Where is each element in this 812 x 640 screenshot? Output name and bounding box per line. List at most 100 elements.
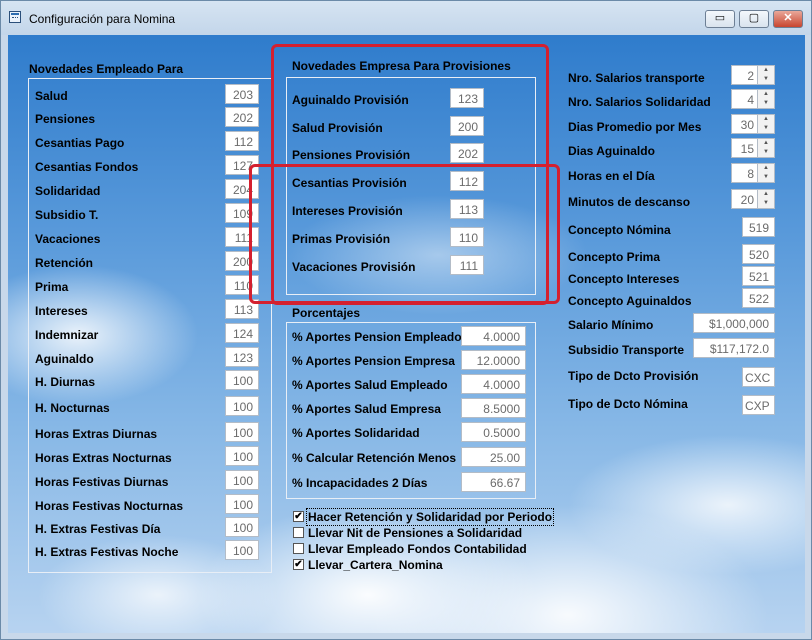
config-window: Configuración para Nomina ▭ ▢ ✕ Novedade… [0, 0, 812, 640]
tipo-field[interactable]: CXC [742, 367, 775, 387]
concepto-field[interactable]: 522 [742, 288, 775, 308]
concepto-label: Concepto Nómina [568, 223, 671, 237]
minimize-button[interactable]: ▭ [705, 10, 735, 28]
checkbox-label: Llevar_Cartera_Nomina [308, 558, 443, 572]
spin-up-icon[interactable]: ▲ [758, 115, 774, 124]
empleado-label: Horas Extras Nocturnas [35, 451, 172, 465]
porcentaje-label: % Incapacidades 2 Días [292, 476, 428, 490]
porcentaje-field[interactable]: 25.00 [461, 447, 526, 467]
empleado-field[interactable]: 123 [225, 347, 259, 367]
tipo-label: Tipo de Dcto Provisión [568, 369, 699, 383]
title-bar[interactable]: Configuración para Nomina ▭ ▢ ✕ [1, 1, 811, 35]
concepto-field[interactable]: 521 [742, 266, 775, 286]
tipo-field[interactable]: CXP [742, 395, 775, 415]
checkbox-box[interactable]: ✔ [293, 511, 304, 522]
spinner-field[interactable]: 2 ▲ ▼ [731, 65, 775, 85]
spin-up-icon[interactable]: ▲ [758, 139, 774, 148]
empleado-field[interactable]: 202 [225, 107, 259, 127]
empleado-field[interactable]: 100 [225, 517, 259, 537]
concepto-field[interactable]: 519 [742, 217, 775, 237]
spinner-buttons[interactable]: ▲ ▼ [757, 164, 774, 182]
spinner-buttons[interactable]: ▲ ▼ [757, 115, 774, 133]
empleado-field[interactable]: 100 [225, 422, 259, 442]
spinner-value: 4 [747, 93, 754, 107]
maximize-icon: ▢ [748, 12, 760, 24]
spinner-field[interactable]: 20 ▲ ▼ [731, 189, 775, 209]
spin-down-icon[interactable]: ▼ [758, 99, 774, 108]
empleado-label: Prima [35, 280, 69, 294]
empleado-field[interactable]: 203 [225, 84, 259, 104]
spin-up-icon[interactable]: ▲ [758, 90, 774, 99]
checkbox-box[interactable] [293, 543, 304, 554]
porcentaje-label: % Calcular Retención Menos [292, 451, 457, 465]
maximize-button[interactable]: ▢ [739, 10, 769, 28]
checkbox-box[interactable]: ✔ [293, 559, 304, 570]
empleado-label: H. Nocturnas [35, 401, 110, 415]
empleado-field[interactable]: 124 [225, 323, 259, 343]
spinner-value: 30 [740, 118, 754, 132]
spinner-value: 15 [740, 142, 754, 156]
concepto-label: Concepto Prima [568, 250, 661, 264]
spinner-buttons[interactable]: ▲ ▼ [757, 139, 774, 157]
checkbox-label: Hacer Retención y Solidaridad por Period… [305, 508, 555, 526]
spinner-label: Dias Aguinaldo [568, 144, 655, 158]
porcentajes-group-title: Porcentajes [292, 306, 361, 320]
empleado-label: Indemnizar [35, 328, 99, 342]
spinner-label: Horas en el Día [568, 169, 655, 183]
spin-down-icon[interactable]: ▼ [758, 199, 774, 208]
spinner-label: Minutos de descanso [568, 195, 691, 209]
monto-label: Salario Mínimo [568, 318, 654, 332]
empleado-label: H. Extras Festivas Noche [35, 545, 179, 559]
porcentaje-field[interactable]: 8.5000 [461, 398, 526, 418]
spinner-label: Nro. Salarios Solidaridad [568, 95, 711, 109]
empleado-field[interactable]: 100 [225, 470, 259, 490]
porcentaje-label: % Aportes Solidaridad [292, 426, 420, 440]
spinner-field[interactable]: 30 ▲ ▼ [731, 114, 775, 134]
empleado-field[interactable]: 112 [225, 131, 259, 151]
spinner-field[interactable]: 4 ▲ ▼ [731, 89, 775, 109]
checkbox-box[interactable] [293, 527, 304, 538]
spinner-field[interactable]: 8 ▲ ▼ [731, 163, 775, 183]
empleado-label: Cesantias Fondos [35, 160, 139, 174]
empleado-field[interactable]: 100 [225, 494, 259, 514]
empleado-label: Pensiones [35, 112, 96, 126]
concepto-field[interactable]: 520 [742, 244, 775, 264]
spinner-buttons[interactable]: ▲ ▼ [757, 90, 774, 108]
empleado-field[interactable]: 100 [225, 446, 259, 466]
porcentaje-field[interactable]: 12.0000 [461, 350, 526, 370]
empleado-label: Retención [35, 256, 94, 270]
porcentaje-field[interactable]: 4.0000 [461, 326, 526, 346]
spin-down-icon[interactable]: ▼ [758, 75, 774, 84]
monto-field[interactable]: $117,172.0 [693, 338, 775, 358]
spin-down-icon[interactable]: ▼ [758, 124, 774, 133]
minimize-icon: ▭ [714, 12, 726, 24]
spin-up-icon[interactable]: ▲ [758, 190, 774, 199]
empleado-group-title: Novedades Empleado Para [29, 62, 184, 76]
porcentaje-field[interactable]: 0.5000 [461, 422, 526, 442]
porcentaje-field[interactable]: 66.67 [461, 472, 526, 492]
close-button[interactable]: ✕ [773, 10, 803, 28]
empleado-field[interactable]: 100 [225, 396, 259, 416]
spinner-buttons[interactable]: ▲ ▼ [757, 66, 774, 84]
window-title: Configuración para Nomina [29, 12, 176, 26]
app-icon [9, 11, 21, 23]
empleado-label: Horas Festivas Nocturnas [35, 499, 184, 513]
tipo-label: Tipo de Dcto Nómina [568, 397, 688, 411]
empleado-field[interactable]: 100 [225, 540, 259, 560]
monto-field[interactable]: $1,000,000 [693, 313, 775, 333]
spin-up-icon[interactable]: ▲ [758, 164, 774, 173]
porcentaje-label: % Aportes Salud Empresa [292, 402, 441, 416]
spin-down-icon[interactable]: ▼ [758, 173, 774, 182]
empleado-label: Horas Extras Diurnas [35, 427, 158, 441]
empleado-field[interactable]: 100 [225, 370, 259, 390]
porcentaje-field[interactable]: 4.0000 [461, 374, 526, 394]
porcentaje-label: % Aportes Salud Empleado [292, 378, 448, 392]
spin-down-icon[interactable]: ▼ [758, 148, 774, 157]
checkbox-label: Llevar Nit de Pensiones a Solidaridad [308, 526, 523, 540]
spinner-value: 20 [740, 193, 754, 207]
spin-up-icon[interactable]: ▲ [758, 66, 774, 75]
spinner-buttons[interactable]: ▲ ▼ [757, 190, 774, 208]
porcentaje-label: % Aportes Pension Empresa [292, 354, 455, 368]
empleado-label: Horas Festivas Diurnas [35, 475, 169, 489]
spinner-field[interactable]: 15 ▲ ▼ [731, 138, 775, 158]
